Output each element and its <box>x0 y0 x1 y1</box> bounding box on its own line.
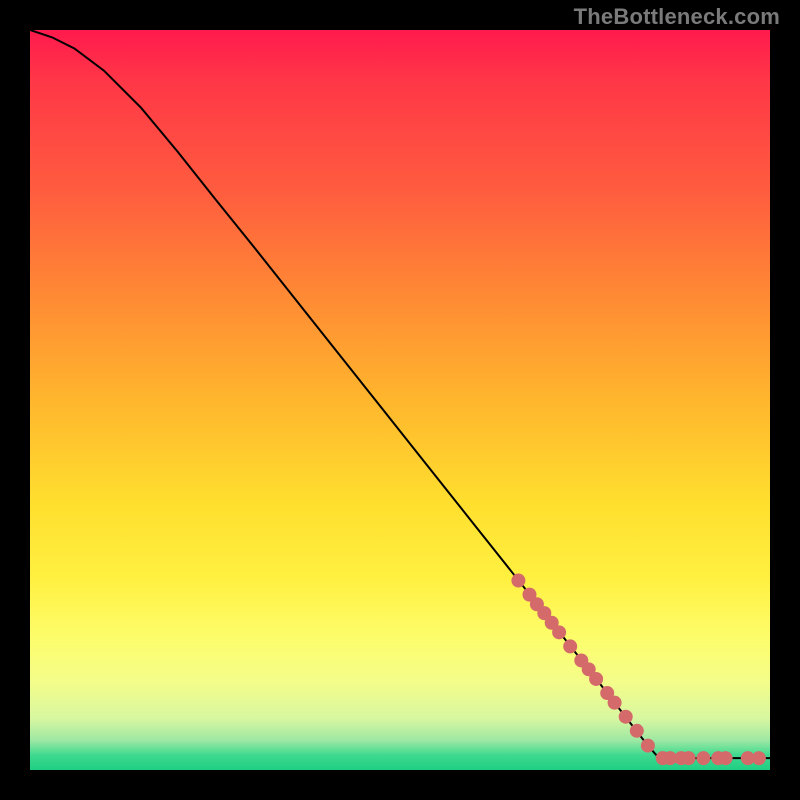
main-curve <box>30 30 770 758</box>
plot-area <box>30 30 770 770</box>
highlighted-point <box>619 710 633 724</box>
chart-svg <box>30 30 770 770</box>
highlighted-point <box>752 751 766 765</box>
highlighted-point <box>696 751 710 765</box>
highlighted-point <box>719 751 733 765</box>
highlighted-point <box>608 696 622 710</box>
highlighted-point <box>682 751 696 765</box>
highlighted-point <box>589 672 603 686</box>
watermark-text: TheBottleneck.com <box>574 4 780 30</box>
highlighted-point <box>552 625 566 639</box>
highlighted-point <box>641 739 655 753</box>
highlighted-point <box>563 639 577 653</box>
chart-stage: TheBottleneck.com <box>0 0 800 800</box>
highlighted-point <box>630 724 644 738</box>
highlighted-point <box>511 574 525 588</box>
highlighted-points-group <box>511 574 766 766</box>
